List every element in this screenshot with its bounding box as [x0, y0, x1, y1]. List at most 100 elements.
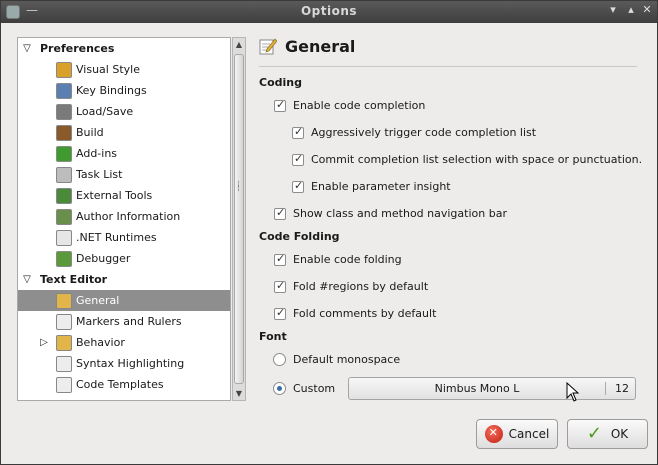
task-list-icon: [56, 166, 72, 183]
tree-item-label: Syntax Highlighting: [76, 357, 185, 370]
ok-button[interactable]: ✓ OK: [567, 419, 648, 449]
fold-comments-checkbox[interactable]: Fold comments by default: [274, 306, 436, 320]
build-icon: [56, 124, 72, 141]
default-monospace-radio[interactable]: Default monospace: [273, 353, 400, 366]
general-icon: [56, 292, 72, 309]
minimize-icon[interactable]: ▾: [606, 3, 620, 16]
tree-category-label: Text Editor: [40, 273, 108, 286]
checkbox-box[interactable]: [274, 206, 286, 220]
checkmark-icon: ✓: [586, 423, 602, 444]
visual-style-icon: [56, 61, 72, 78]
external-tools-icon: [56, 187, 72, 204]
tree-item-visual-style[interactable]: Visual Style: [18, 59, 230, 80]
tree-item-net-runtimes[interactable]: .NET Runtimes: [18, 227, 230, 248]
tree-item-add-ins[interactable]: Add-ins: [18, 143, 230, 164]
tree-item-label: Visual Style: [76, 63, 140, 76]
tree-item-label: Behavior: [76, 336, 125, 349]
expander-icon[interactable]: ▽: [21, 43, 33, 55]
option-label: Show class and method navigation bar: [293, 207, 507, 220]
fold-regions-checkbox[interactable]: Fold #regions by default: [274, 279, 429, 293]
expander-icon[interactable]: ▷: [38, 337, 50, 349]
checkbox-box[interactable]: [274, 279, 286, 293]
checkbox-box[interactable]: [274, 98, 286, 112]
tree-scrollbar[interactable]: ▲ ▼: [232, 37, 246, 401]
custom-font-radio[interactable]: Custom: [273, 382, 335, 395]
page-title: General: [285, 37, 356, 56]
expander-icon[interactable]: ▽: [21, 274, 33, 286]
option-label: Fold #regions by default: [293, 280, 429, 293]
tree-category-label: Preferences: [40, 42, 115, 55]
section-coding: Coding: [259, 76, 302, 89]
cancel-icon: [484, 425, 503, 443]
code-templates-icon: [56, 376, 72, 393]
radio-button[interactable]: [273, 353, 286, 366]
author-information-icon: [56, 208, 72, 225]
font-size: 12: [615, 382, 629, 395]
scroll-thumb[interactable]: [234, 54, 244, 384]
mouse-pointer-icon: [566, 382, 580, 402]
close-icon[interactable]: ✕: [640, 3, 654, 16]
scroll-down-icon[interactable]: ▼: [233, 388, 245, 400]
aggressive-trigger-checkbox[interactable]: Aggressively trigger code completion lis…: [292, 125, 537, 139]
splitter-grip-icon[interactable]: ⁞ ⁞: [237, 181, 243, 197]
behavior-icon: [56, 334, 72, 351]
checkbox-box[interactable]: [292, 152, 304, 166]
option-label: Commit completion list selection with sp…: [311, 153, 643, 166]
tree-item-label: Author Information: [76, 210, 181, 223]
tree-item-syntax-highlighting[interactable]: Syntax Highlighting: [18, 353, 230, 374]
navigation-bar-checkbox[interactable]: Show class and method navigation bar: [274, 206, 507, 220]
section-code-folding: Code Folding: [259, 230, 340, 243]
options-dialog: — Options ▾ ▴ ✕ ▽ Preferences Visual Style…: [0, 0, 658, 465]
cancel-label: Cancel: [508, 427, 550, 441]
general-page-icon: [259, 38, 277, 55]
checkbox-box[interactable]: [292, 179, 304, 193]
tree-item-label: Build: [76, 126, 104, 139]
option-label: Aggressively trigger code completion lis…: [311, 126, 537, 139]
tree-item-preferences[interactable]: ▽ Preferences: [18, 38, 230, 59]
tree-item-label: Load/Save: [76, 105, 134, 118]
enable-code-completion-checkbox[interactable]: Enable code completion: [274, 98, 426, 112]
net-runtimes-icon: [56, 229, 72, 246]
debugger-icon: [56, 250, 72, 267]
maximize-icon[interactable]: ▴: [624, 3, 638, 16]
tree-item-markers-and-rulers[interactable]: Markers and Rulers: [18, 311, 230, 332]
tree-item-label: Key Bindings: [76, 84, 147, 97]
font-chooser-button[interactable]: Nimbus Mono L 12: [348, 377, 636, 400]
tree-item-label: Task List: [76, 168, 123, 181]
enable-code-folding-checkbox[interactable]: Enable code folding: [274, 252, 402, 266]
checkbox-box[interactable]: [274, 252, 286, 266]
tree-item-debugger[interactable]: Debugger: [18, 248, 230, 269]
commit-selection-checkbox[interactable]: Commit completion list selection with sp…: [292, 152, 643, 166]
tree-item-external-tools[interactable]: External Tools: [18, 185, 230, 206]
tree-item-general[interactable]: General: [18, 290, 230, 311]
tree-item-code-templates[interactable]: Code Templates: [18, 374, 230, 395]
tree-item-label: Markers and Rulers: [76, 315, 182, 328]
option-label: Enable parameter insight: [311, 180, 451, 193]
option-label: Default monospace: [293, 353, 401, 366]
load-save-icon: [56, 103, 72, 120]
tree-item-label: Debugger: [76, 252, 131, 265]
options-tree: ▽ Preferences Visual Style Key Bindings Load…: [17, 37, 231, 401]
tree-item-label: Add-ins: [76, 147, 118, 160]
tree-item-load-save[interactable]: Load/Save: [18, 101, 230, 122]
option-label: Enable code completion: [293, 99, 426, 112]
option-label: Custom: [293, 382, 336, 395]
cancel-button[interactable]: Cancel: [476, 419, 558, 449]
parameter-insight-checkbox[interactable]: Enable parameter insight: [292, 179, 451, 193]
checkbox-box[interactable]: [274, 306, 286, 320]
checkbox-box[interactable]: [292, 125, 304, 139]
syntax-highlighting-icon: [56, 355, 72, 372]
tree-item-task-list[interactable]: Task List: [18, 164, 230, 185]
markers-rulers-icon: [56, 313, 72, 330]
scroll-up-icon[interactable]: ▲: [233, 39, 245, 51]
tree-item-label: .NET Runtimes: [76, 231, 157, 244]
tree-item-key-bindings[interactable]: Key Bindings: [18, 80, 230, 101]
add-ins-icon: [56, 145, 72, 162]
option-label: Enable code folding: [293, 253, 402, 266]
tree-item-author-information[interactable]: Author Information: [18, 206, 230, 227]
tree-item-label: External Tools: [76, 189, 153, 202]
tree-item-behavior[interactable]: ▷ Behavior: [18, 332, 230, 353]
tree-item-build[interactable]: Build: [18, 122, 230, 143]
radio-button[interactable]: [273, 382, 286, 395]
tree-item-text-editor[interactable]: ▽ Text Editor: [18, 269, 230, 290]
